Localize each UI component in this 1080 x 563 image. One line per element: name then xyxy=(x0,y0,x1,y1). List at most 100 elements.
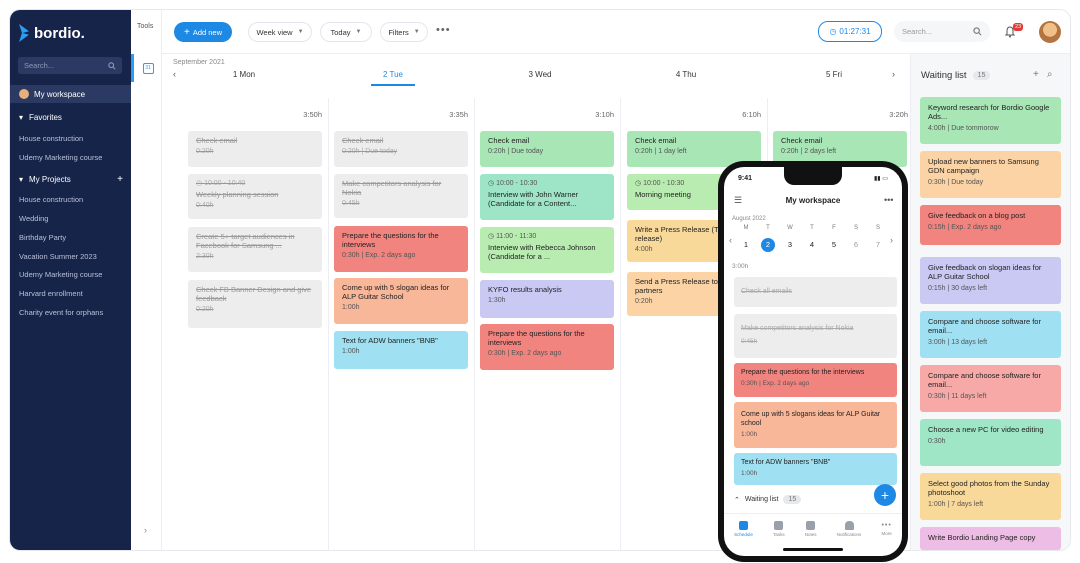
calendar-icon-text: 31 xyxy=(145,65,151,71)
tab-schedule[interactable]: Schedule xyxy=(734,520,753,537)
task-card[interactable]: Check email 0:20h | Due today xyxy=(480,131,614,167)
waiting-card[interactable]: Give feedback on a blog post 0:15h | Exp… xyxy=(920,205,1061,245)
add-new-button[interactable]: + Add new xyxy=(174,22,232,42)
phone-waiting-list[interactable]: ⌃ Waiting list 15 xyxy=(734,495,802,504)
sidebar-item-favorite[interactable]: Udemy Marketing course xyxy=(19,153,102,162)
waiting-list-panel: Waiting list 15 + ⌕ Keyword research for… xyxy=(910,54,1070,550)
more-options-icon[interactable]: ••• xyxy=(884,195,893,205)
waiting-card[interactable]: Compare and choose software for email...… xyxy=(920,365,1061,412)
phone-mockup: 9:41 ▮▮ ▭ ☰ My workspace ••• August 2022… xyxy=(718,161,908,562)
today-button[interactable]: Today ▼ xyxy=(320,22,372,42)
phone-date-selected[interactable]: 2 xyxy=(761,238,775,252)
task-title: Interview with John Warner (Candidate fo… xyxy=(488,190,579,208)
task-card[interactable]: Check FB Banner Design and give feedback… xyxy=(188,280,322,328)
tab-tasks[interactable]: Tasks xyxy=(773,520,785,537)
task-time: ◷ 10:00 - 10:30 xyxy=(488,179,606,188)
sidebar-item-project[interactable]: Harvard enrollment xyxy=(19,289,83,298)
task-title: Give feedback on a blog post xyxy=(928,211,1026,220)
waiting-card[interactable]: Write Bordio Landing Page copy xyxy=(920,527,1061,550)
day-header-fri[interactable]: 5 Fri xyxy=(812,70,856,79)
search-icon[interactable]: ⌕ xyxy=(1047,69,1053,80)
chevron-right-icon[interactable]: › xyxy=(890,235,893,245)
tab-more[interactable]: ••• More xyxy=(881,522,891,536)
phone-date[interactable]: 4 xyxy=(805,238,819,252)
day-total-wed: 3:10h xyxy=(595,110,614,119)
day-header-mon[interactable]: 1 Mon xyxy=(222,70,266,79)
chevron-left-icon[interactable]: ‹ xyxy=(173,69,176,79)
sidebar-search-input[interactable]: Search... xyxy=(18,57,122,74)
chevron-right-icon[interactable]: › xyxy=(144,525,147,535)
task-card[interactable]: ◷ 10:00 - 10:30 Interview with John Warn… xyxy=(480,174,614,220)
tab-label: Schedule xyxy=(734,531,753,537)
waiting-card[interactable]: Give feedback on slogan ideas for ALP Gu… xyxy=(920,257,1061,304)
phone-weekday: W xyxy=(787,225,793,231)
waiting-card[interactable]: Keyword research for Bordio Google Ads..… xyxy=(920,97,1061,144)
waiting-card[interactable]: Upload new banners to Samsung GDN campai… xyxy=(920,151,1061,198)
calendar-icon: 31 xyxy=(142,62,154,74)
sidebar-item-project[interactable]: Udemy Marketing course xyxy=(19,270,102,279)
timer-button[interactable]: ◷ 01:27:31 xyxy=(818,21,882,42)
user-avatar[interactable] xyxy=(1039,21,1061,43)
tab-notifications[interactable]: Notifications xyxy=(837,520,861,537)
task-card[interactable]: Prepare the questions for the interviews… xyxy=(480,324,614,370)
task-title: Interview with Rebecca Johnson (Candidat… xyxy=(488,243,596,261)
phone-date[interactable]: 1 xyxy=(739,238,753,252)
task-card[interactable]: Make competitors analysis for Nokia 0:45… xyxy=(334,174,468,218)
waiting-card[interactable]: Choose a new PC for video editing 0:30h xyxy=(920,419,1061,466)
task-meta: 1:00h | 7 days left xyxy=(928,501,984,508)
waiting-card[interactable]: Select good photos from the Sunday photo… xyxy=(920,473,1061,520)
phone-date[interactable]: 3 xyxy=(783,238,797,252)
phone-task-card[interactable]: Make competitors analysis for Nokia 0:45… xyxy=(734,314,897,358)
phone-task-card[interactable]: Come up with 5 slogans ideas for ALP Gui… xyxy=(734,402,897,448)
bordio-logo[interactable]: bordio. xyxy=(19,24,85,42)
task-card[interactable]: Create 5+ target audiences in Facebook f… xyxy=(188,227,322,272)
tool-calendar-button[interactable]: 31 xyxy=(131,54,162,82)
task-card[interactable]: Check email 0:20h xyxy=(188,131,322,167)
sidebar-item-project[interactable]: Birthday Party xyxy=(19,233,66,242)
filters-dropdown[interactable]: Filters ▼ xyxy=(380,22,428,42)
add-project-icon[interactable]: + xyxy=(117,174,123,185)
day-header-wed[interactable]: 3 Wed xyxy=(518,70,562,79)
chevron-left-icon[interactable]: ‹ xyxy=(729,235,732,245)
task-card[interactable]: Come up with 5 slogan ideas for ALP Guit… xyxy=(334,278,468,324)
sidebar-favorites-header[interactable]: ▾ Favorites xyxy=(19,113,123,122)
phone-task-card[interactable]: Prepare the questions for the interviews… xyxy=(734,363,897,397)
waiting-card[interactable]: Compare and choose software for email...… xyxy=(920,311,1061,358)
task-card[interactable]: ◷ 10:00 - 10:40 Weekly planning session … xyxy=(188,174,322,219)
day-header-thu[interactable]: 4 Thu xyxy=(664,70,708,79)
sidebar-item-project[interactable]: Wedding xyxy=(19,214,48,223)
sidebar-item-favorite[interactable]: House construction xyxy=(19,134,83,143)
task-meta: 3:00h | 13 days left xyxy=(928,339,988,346)
sidebar-projects-header[interactable]: ▾ My Projects + xyxy=(19,174,123,185)
search-input[interactable]: Search... xyxy=(894,21,990,42)
phone-date[interactable]: 5 xyxy=(827,238,841,252)
task-card[interactable]: Text for ADW banners "BNB" 1:00h xyxy=(334,331,468,369)
more-options-icon[interactable]: ••• xyxy=(436,24,451,36)
task-card[interactable]: KYFO results analysis 1:30h xyxy=(480,280,614,318)
phone-date[interactable]: 6 xyxy=(849,238,863,252)
task-title: Upload new banners to Samsung GDN campai… xyxy=(928,157,1039,175)
task-card[interactable]: Prepare the questions for the interviews… xyxy=(334,226,468,272)
sidebar-item-project[interactable]: House construction xyxy=(19,195,83,204)
phone-date[interactable]: 7 xyxy=(871,238,885,252)
workspace-avatar xyxy=(19,89,29,99)
sidebar-item-project[interactable]: Vacation Summer 2023 xyxy=(19,252,97,261)
tab-notes[interactable]: Notes xyxy=(805,520,817,537)
day-total-fri: 3:20h xyxy=(889,110,908,119)
projects-label: My Projects xyxy=(29,175,71,184)
chevron-right-icon[interactable]: › xyxy=(892,69,895,79)
task-card[interactable]: ◷ 11:00 - 11:30 Interview with Rebecca J… xyxy=(480,227,614,273)
add-task-fab[interactable]: + xyxy=(874,484,896,506)
day-header-tue[interactable]: 2 Tue xyxy=(371,70,415,79)
day-total-tue: 3:35h xyxy=(449,110,468,119)
phone-task-card[interactable]: Check all emails xyxy=(734,277,897,307)
sidebar-item-project[interactable]: Charity event for orphans xyxy=(19,308,103,317)
tools-label: Tools xyxy=(137,23,154,30)
phone-task-card[interactable]: Text for ADW banners "BNB" 1:00h xyxy=(734,453,897,485)
task-card[interactable]: Check email 0:20h | Due today xyxy=(334,131,468,167)
sidebar-item-my-workspace[interactable]: My workspace xyxy=(10,85,131,103)
task-meta: 0:30h | Exp. 2 days ago xyxy=(342,252,416,259)
waiting-list-title: Waiting list xyxy=(921,70,967,81)
plus-icon[interactable]: + xyxy=(1033,69,1039,80)
week-view-dropdown[interactable]: Week view ▼ xyxy=(248,22,312,42)
